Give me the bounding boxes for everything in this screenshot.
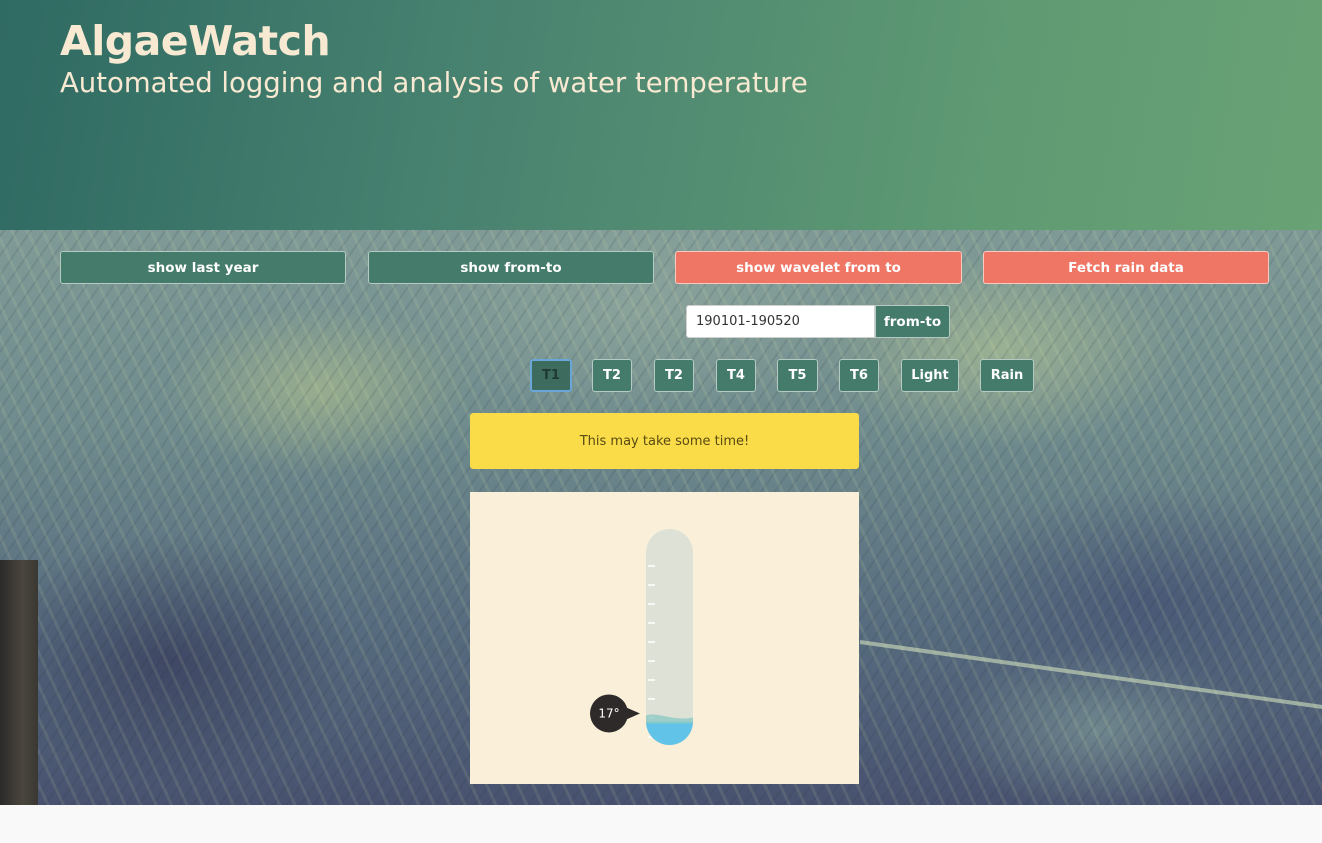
- thermometer-panel: 17°: [470, 492, 859, 784]
- date-range-input[interactable]: [686, 305, 875, 338]
- app-subtitle: Automated logging and analysis of water …: [60, 67, 808, 99]
- sensor-button-t2-second[interactable]: T2: [654, 359, 694, 392]
- sensor-button-t5[interactable]: T5: [777, 359, 818, 392]
- app-title: AlgaeWatch: [60, 17, 331, 65]
- header-banner: AlgaeWatch Automated logging and analysi…: [0, 0, 1322, 230]
- loading-notice: This may take some time!: [470, 413, 859, 469]
- show-last-year-button[interactable]: show last year: [60, 251, 346, 284]
- show-from-to-button[interactable]: show from-to: [368, 251, 654, 284]
- sensor-button-light[interactable]: Light: [901, 359, 959, 392]
- loading-notice-text: This may take some time!: [579, 433, 750, 449]
- thermometer-tube: [646, 529, 693, 745]
- sensor-button-t4[interactable]: T4: [716, 359, 756, 392]
- sensor-button-t6[interactable]: T6: [839, 359, 879, 392]
- sensor-button-rain[interactable]: Rain: [980, 359, 1034, 392]
- sensor-button-t1[interactable]: T1: [530, 359, 572, 392]
- fetch-rain-data-button[interactable]: Fetch rain data: [983, 251, 1269, 284]
- temperature-reading: 17°: [598, 706, 619, 720]
- temperature-pointer: [624, 706, 640, 721]
- show-wavelet-button[interactable]: show wavelet from to: [675, 251, 962, 284]
- temperature-marker: 17°: [590, 694, 640, 733]
- sensor-button-t2[interactable]: T2: [592, 359, 632, 392]
- thermometer-gauge: 17°: [590, 529, 693, 745]
- background-post: [0, 560, 38, 805]
- thermometer-mercury: [646, 721, 693, 745]
- from-to-button[interactable]: from-to: [875, 305, 950, 338]
